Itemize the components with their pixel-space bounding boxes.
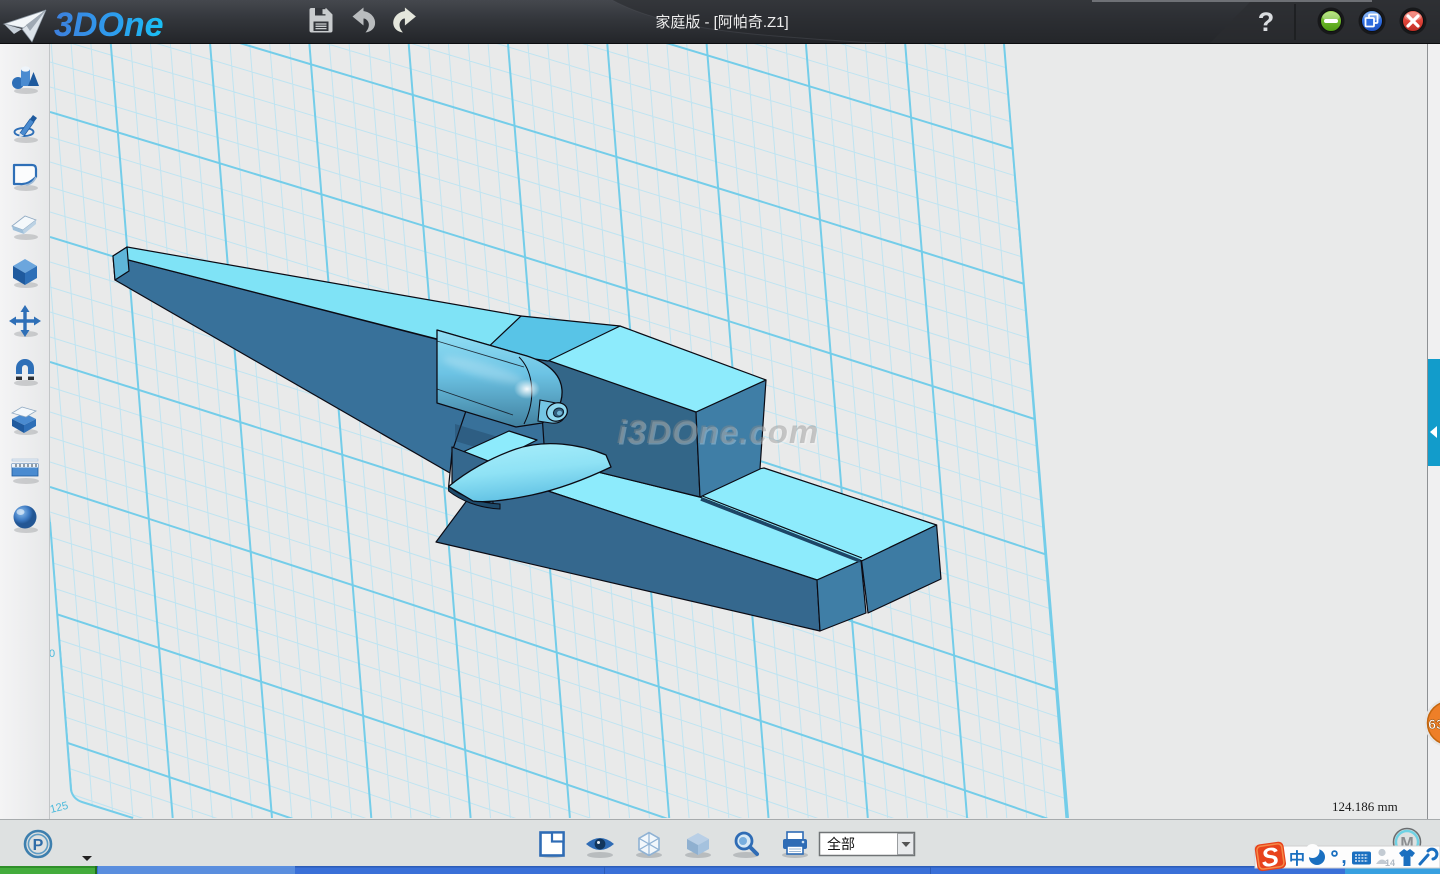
svg-text:家庭版 - [阿帕奇.Z1]: 家庭版 - [阿帕奇.Z1] bbox=[655, 14, 788, 31]
svg-text:全部: 全部 bbox=[827, 836, 855, 852]
svg-text:P: P bbox=[33, 837, 44, 854]
svg-text:3DOne: 3DOne bbox=[54, 6, 164, 43]
svg-text:M: M bbox=[1400, 835, 1413, 852]
svg-text:?: ? bbox=[1258, 7, 1275, 37]
svg-text:124.186 mm: 124.186 mm bbox=[1332, 799, 1398, 814]
svg-text:125: 125 bbox=[49, 800, 70, 816]
svg-text:i3DOne.com: i3DOne.com bbox=[617, 413, 820, 450]
